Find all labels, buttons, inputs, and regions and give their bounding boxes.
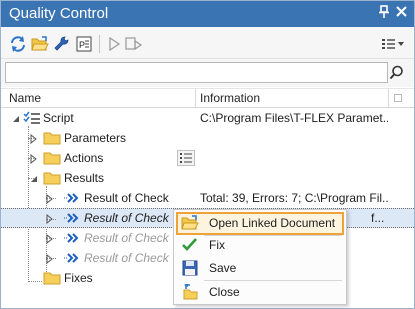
search-input[interactable]	[5, 62, 388, 83]
double-arrow-icon	[64, 252, 80, 264]
tree-row-script[interactable]: Script C:\Program Files\T-FLEX Paramet..…	[1, 108, 414, 128]
collapse-icon[interactable]	[29, 173, 39, 183]
title-bar: Quality Control	[1, 1, 414, 27]
checkmark-icon	[181, 237, 199, 253]
pin-icon[interactable]	[378, 5, 390, 22]
column-divider[interactable]	[195, 89, 196, 108]
open-folder-icon	[181, 215, 199, 231]
tree-item-label: Results	[64, 171, 105, 185]
double-arrow-icon	[64, 192, 80, 204]
tree-item-info: Total: 39, Errors: 7; C:\Program Fil...	[200, 191, 388, 205]
search-icon[interactable]	[389, 65, 404, 83]
column-chooser-icon[interactable]	[394, 94, 402, 102]
tree-item-label: Actions	[64, 151, 104, 165]
column-divider[interactable]	[388, 89, 389, 108]
menu-item-open-linked-document[interactable]: Open Linked Document	[176, 212, 344, 235]
folder-icon	[43, 151, 61, 165]
menu-item-save[interactable]: Save	[176, 257, 344, 280]
search-bar	[1, 59, 414, 87]
toolbar-separator	[99, 35, 100, 53]
column-header: Name Information	[1, 88, 414, 108]
svg-text:P: P	[79, 40, 85, 50]
step-run-icon[interactable]	[125, 35, 143, 53]
expand-icon[interactable]	[29, 153, 39, 165]
collapse-icon[interactable]	[11, 113, 21, 123]
floppy-disk-icon	[181, 260, 199, 276]
double-arrow-icon	[64, 212, 80, 224]
context-menu: Open Linked Document Fix Save Close	[173, 209, 347, 305]
menu-item-label: Open Linked Document	[209, 216, 336, 230]
report-icon[interactable]: P	[75, 35, 93, 53]
folder-icon	[43, 271, 61, 285]
tree-item-info: f...	[371, 211, 385, 225]
expand-icon[interactable]	[45, 253, 55, 265]
tree-item-label: Result of Check	[84, 211, 169, 225]
quality-control-panel: Quality Control P Name Information Scrip…	[0, 0, 415, 309]
toolbar: P	[1, 27, 414, 59]
tree-row-result-of-check[interactable]: Result of Check Total: 39, Errors: 7; C:…	[1, 188, 414, 208]
expand-icon[interactable]	[45, 233, 55, 245]
list-view-icon[interactable]	[381, 35, 405, 53]
double-arrow-icon	[64, 232, 80, 244]
menu-item-fix[interactable]: Fix	[176, 234, 344, 257]
close-document-icon	[181, 283, 199, 300]
menu-item-label: Save	[209, 261, 237, 275]
wrench-icon[interactable]	[53, 35, 71, 53]
menu-item-label: Close	[209, 285, 240, 299]
refresh-icon[interactable]	[9, 35, 27, 53]
folder-icon	[43, 171, 61, 185]
tree-item-label: Result of Check	[84, 251, 169, 265]
tree-item-label: Result of Check	[84, 191, 169, 205]
tree-item-label: Script	[43, 111, 74, 125]
tree-item-label: Result of Check	[84, 231, 169, 245]
expand-icon[interactable]	[45, 193, 55, 205]
column-information-header[interactable]: Information	[200, 91, 260, 105]
window-title: Quality Control	[9, 5, 109, 22]
tree-row-parameters[interactable]: Parameters	[1, 128, 414, 148]
tree-row-results[interactable]: Results	[1, 168, 414, 188]
script-checklist-icon	[23, 111, 41, 125]
menu-item-label: Fix	[209, 238, 225, 252]
folder-icon	[43, 131, 61, 145]
menu-item-close[interactable]: Close	[176, 281, 344, 304]
close-icon[interactable]	[396, 4, 407, 20]
column-name-header[interactable]: Name	[9, 91, 41, 105]
open-folder-icon[interactable]	[31, 35, 49, 53]
tree-row-actions[interactable]: Actions	[1, 148, 414, 168]
tree-item-label: Parameters	[64, 131, 127, 145]
play-icon[interactable]	[105, 35, 123, 53]
list-details-icon[interactable]	[177, 150, 195, 166]
expand-icon[interactable]	[45, 213, 55, 225]
tree-item-info: C:\Program Files\T-FLEX Paramet...	[200, 111, 388, 125]
tree-item-label: Fixes	[64, 271, 93, 285]
expand-icon[interactable]	[29, 133, 39, 145]
